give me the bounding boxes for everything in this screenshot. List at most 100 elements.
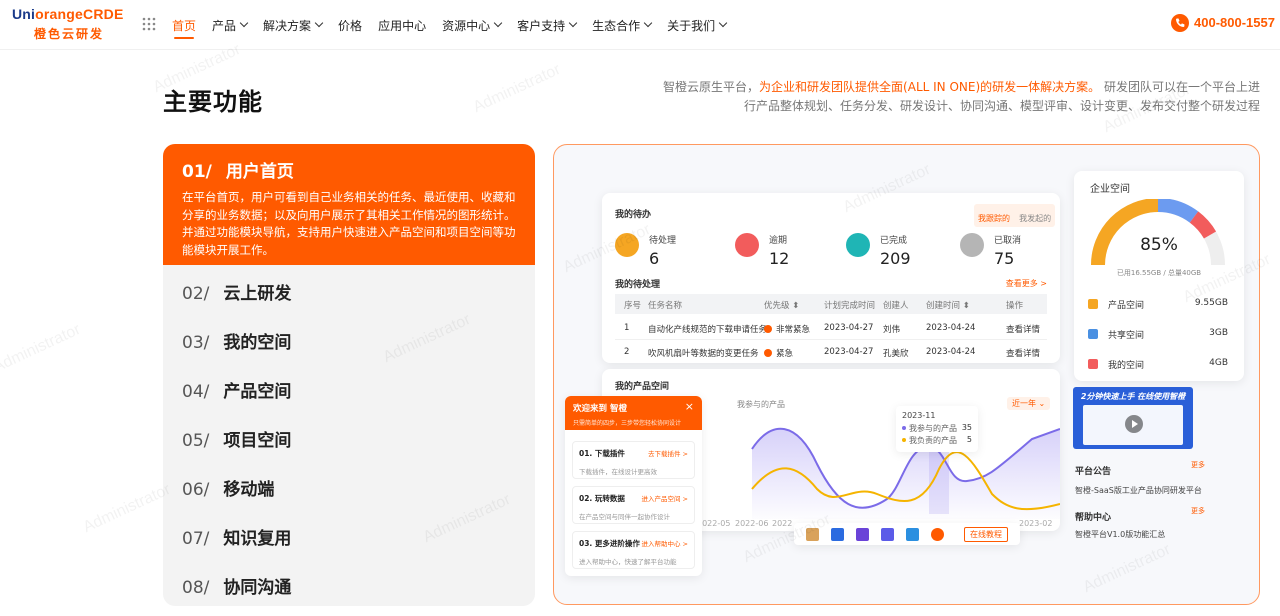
table-cell: 非常紧急 [764, 323, 810, 335]
feature-item[interactable]: 06/移动端 [182, 475, 274, 500]
nav-item-label: 应用中心 [378, 18, 427, 33]
cell-text: 查看详情 [1006, 325, 1041, 335]
feature-item-heading: 01/用户首页 [182, 157, 516, 182]
main-nav: 首页 产品 解决方案 价格 应用中心 资源中心 客户支持 生态合作 关于我们 [172, 0, 742, 50]
feature-item[interactable]: 03/我的空间 [182, 328, 291, 353]
desc-highlight: 为企业和研发团队提供全面(ALL IN ONE)的研发一体解决方案。 [759, 80, 1101, 94]
logo[interactable]: UniorangeCRDE [12, 6, 124, 22]
feature-item[interactable]: 05/项目空间 [182, 426, 291, 451]
tab-tracked[interactable]: 我跟踪的 [978, 214, 1010, 223]
app-icon[interactable] [806, 527, 819, 541]
enterprise-space-card: 企业空间 85% 已用16.55GB / 总量40GB 产品空间 9.55GB 共享… [1074, 171, 1244, 381]
todo-stat-value: 12 [769, 249, 790, 268]
storage-row[interactable]: 产品空间 9.55GB [1088, 298, 1228, 311]
logo-rest: orangeCRDE [35, 6, 124, 22]
todo-stat[interactable]: 待处理 6 [615, 233, 676, 268]
tab-initiated[interactable]: 我发起的 [1019, 214, 1051, 223]
feature-title: 项目空间 [223, 431, 292, 451]
video-caption: 2分钟快速上手 在线使用智橙 [1080, 392, 1186, 401]
notice-more-link[interactable]: 更多 [1191, 460, 1205, 470]
tooltip-label: 我参与的产品 [909, 424, 957, 433]
cell-text: 1 [624, 323, 630, 333]
chevron-down-icon [643, 18, 653, 28]
table-cell: 紧急 [764, 347, 793, 359]
product-space-title: 我的产品空间 [615, 382, 670, 392]
feature-title: 协同沟通 [223, 578, 292, 598]
welcome-step[interactable]: 01. 下载插件 下载插件，在线设计更高效 去下载插件 > [572, 441, 695, 479]
table-header-cell: 操作 [1006, 301, 1024, 311]
table-cell: 孔美欣 [883, 347, 909, 359]
app-icon[interactable] [906, 527, 919, 541]
tutorial-video[interactable]: 2分钟快速上手 在线使用智橙 [1073, 387, 1193, 449]
nav-item[interactable]: 资源中心 [442, 0, 503, 50]
table-cell[interactable]: 查看详情 [1006, 323, 1040, 335]
todo-stat[interactable]: 已完成 209 [846, 233, 911, 268]
nav-item[interactable]: 关于我们 [667, 0, 728, 50]
pending-title: 我的待处理 [615, 280, 661, 290]
table-cell[interactable]: 查看详情 [1006, 347, 1040, 359]
view-more-link[interactable]: 查看更多 > [1006, 278, 1047, 289]
todo-stat[interactable]: 已取消 75 [960, 233, 1021, 268]
nav-item[interactable]: 应用中心 [378, 0, 426, 50]
help-text[interactable]: 智橙平台V1.0版功能汇总 [1075, 529, 1205, 540]
tooltip-date: 2023-11 [902, 411, 936, 420]
logo-subtitle: 橙色云研发 [34, 27, 105, 41]
step-desc: 下载插件，在线设计更高效 [579, 468, 657, 476]
nav-item[interactable]: 价格 [338, 0, 362, 50]
step-link[interactable]: 进入产品空间 > [641, 493, 688, 503]
phone-icon [1171, 14, 1189, 32]
welcome-popup: 欢迎来到 智橙 只需简单的四步，三步带您轻松协同设计 × 01. 下载插件 下载插… [565, 396, 702, 576]
play-icon[interactable] [1125, 415, 1143, 433]
todo-stat-text: 已取消 75 [994, 233, 1021, 268]
storage-value: 3GB [1209, 328, 1228, 338]
app-icon[interactable] [831, 527, 844, 541]
add-icon[interactable] [931, 527, 944, 541]
table-cell: 2023-04-27 [824, 347, 873, 357]
watermark: Administrator [470, 60, 564, 117]
nav-item[interactable]: 客户支持 [517, 0, 578, 50]
storage-percent: 85% [1140, 235, 1178, 255]
app-icon[interactable] [881, 527, 894, 541]
feature-item[interactable]: 02/云上研发 [182, 279, 291, 304]
step-link[interactable]: 进入帮助中心 > [641, 538, 688, 548]
nav-item[interactable]: 产品 [212, 0, 249, 50]
todo-stat[interactable]: 逾期 12 [735, 233, 789, 268]
help-more-link[interactable]: 更多 [1191, 506, 1205, 516]
phone-number[interactable]: 400-800-1557 [1194, 15, 1275, 30]
status-icon [735, 233, 759, 257]
todo-stat-label: 已取消 [994, 236, 1022, 246]
feature-item[interactable]: 08/协同沟通 [182, 573, 291, 598]
app-icon[interactable] [856, 527, 869, 541]
page: UniorangeCRDE 橙色云研发 首页 产品 解决方案 价格 应用中心 资源中心 客户… [0, 0, 1280, 616]
chevron-down-icon [493, 18, 503, 28]
welcome-subtitle: 只需简单的四步，三步带您轻松协同设计 [573, 420, 682, 427]
nav-item[interactable]: 解决方案 [263, 0, 324, 50]
storage-row[interactable]: 共享空间 3GB [1088, 328, 1228, 341]
chevron-down-icon [314, 18, 324, 28]
feature-item-active[interactable]: 01/用户首页 在平台首页，用户可看到自己业务相关的任务、最近使用、收藏和分享的… [163, 144, 535, 265]
feature-title: 用户首页 [225, 162, 294, 182]
nav-item[interactable]: 首页 [172, 0, 196, 50]
todo-tabs: 我跟踪的 我发起的 [974, 204, 1056, 227]
desc-part: 智橙云原生平台， [663, 80, 760, 94]
table-cell: 自动化产线规范的下载申请任务 [648, 323, 767, 335]
storage-row[interactable]: 我的空间 4GB [1088, 358, 1228, 371]
notice-text[interactable]: 智橙-SaaS版工业产品协同研发平台 [1075, 485, 1205, 496]
storage-label: 我的空间 [1108, 361, 1145, 371]
feature-num: 08/ [182, 578, 210, 598]
cell-text: 2023-04-24 [926, 323, 976, 333]
feature-item[interactable]: 04/产品空间 [182, 377, 291, 402]
cell-text: 非常紧急 [776, 325, 811, 335]
nav-item-label: 客户支持 [517, 18, 566, 33]
welcome-step[interactable]: 02. 玩转数据 在产品空间与同伴一起协作设计 进入产品空间 > [572, 486, 695, 524]
step-link[interactable]: 去下载插件 > [648, 448, 688, 458]
welcome-step[interactable]: 03. 更多进阶操作 进入帮助中心，快速了解平台功能 进入帮助中心 > [572, 531, 695, 569]
folder-icon [1088, 299, 1098, 309]
close-icon[interactable]: × [685, 400, 694, 413]
chevron-down-icon [718, 18, 728, 28]
nav-item[interactable]: 生态合作 [592, 0, 653, 50]
feature-item[interactable]: 07/知识复用 [182, 524, 291, 549]
legend-dot [902, 438, 906, 442]
apps-grid-icon[interactable] [142, 17, 156, 31]
online-tutorial-button[interactable]: 在线教程 [964, 526, 1008, 542]
